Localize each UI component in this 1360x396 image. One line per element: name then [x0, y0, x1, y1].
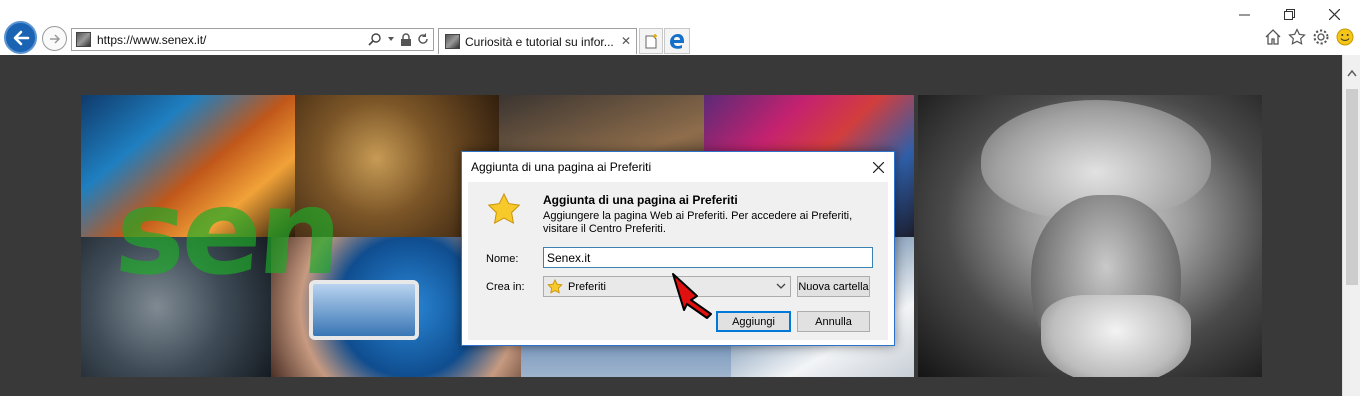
restore-button[interactable] [1277, 4, 1301, 24]
lock-icon[interactable] [400, 32, 412, 46]
dialog-title: Aggiunta di una pagina ai Preferiti [471, 160, 652, 174]
browser-tab-active[interactable]: Curiosità e tutorial su infor... ✕ [438, 28, 637, 54]
new-folder-button[interactable]: Nuova cartella [797, 276, 870, 297]
vertical-scrollbar[interactable] [1342, 55, 1360, 396]
search-icon[interactable] [368, 32, 382, 46]
dialog-close-button[interactable] [868, 157, 888, 177]
add-button[interactable]: Aggiungi [716, 311, 791, 332]
home-icon[interactable] [1264, 28, 1282, 46]
settings-gear-icon[interactable] [1312, 28, 1330, 46]
browser-toolbar: https://www.senex.it/ Curiosità e tutori… [0, 0, 1360, 55]
red-pointer-arrow-icon [672, 273, 712, 319]
dialog-heading: Aggiunta di una pagina ai Preferiti [543, 193, 738, 207]
smiley-icon[interactable] [1336, 28, 1354, 46]
dropdown-arrow-icon[interactable] [387, 35, 395, 43]
scrollbar-thumb[interactable] [1346, 89, 1358, 285]
name-input[interactable] [543, 247, 873, 268]
senex-logo: sen [111, 163, 344, 301]
create-in-label: Crea in: [486, 281, 525, 293]
address-bar[interactable]: https://www.senex.it/ [71, 28, 434, 51]
back-arrow-icon [13, 30, 29, 45]
new-tab-button[interactable] [639, 28, 663, 54]
tab-title: Curiosità e tutorial su infor... [465, 35, 614, 49]
favorites-star-icon [487, 192, 521, 225]
edge-icon [670, 34, 684, 49]
refresh-icon[interactable] [417, 33, 429, 45]
open-in-edge-button[interactable] [664, 28, 690, 54]
name-label: Nome: [486, 253, 519, 265]
window-close-button[interactable] [1322, 4, 1346, 24]
favorites-star-icon[interactable] [1288, 28, 1306, 46]
address-url[interactable]: https://www.senex.it/ [97, 33, 206, 47]
close-icon [1328, 8, 1340, 20]
tab-close-icon[interactable]: ✕ [621, 34, 631, 48]
tab-favicon [445, 34, 460, 49]
minimize-icon [1238, 14, 1250, 15]
create-in-value: Preferiti [568, 281, 606, 293]
banner-beard [1041, 295, 1191, 377]
restore-icon [1283, 8, 1295, 20]
cancel-button[interactable]: Annulla [797, 311, 870, 332]
new-tab-icon [645, 33, 657, 48]
toolbar-icons [1264, 28, 1354, 46]
favorites-folder-star-icon [547, 279, 563, 294]
dialog-description: Aggiungere la pagina Web ai Preferiti. P… [543, 210, 853, 235]
close-icon [872, 161, 884, 173]
chevron-down-icon [776, 283, 786, 289]
minimize-button[interactable] [1232, 4, 1256, 24]
dialog-titlebar[interactable]: Aggiunta di una pagina ai Preferiti [462, 152, 894, 182]
forward-button[interactable] [42, 26, 67, 51]
site-favicon [76, 32, 91, 47]
scroll-up-arrow-icon[interactable] [1347, 69, 1357, 77]
back-button[interactable] [4, 21, 37, 54]
forward-arrow-icon [49, 33, 60, 44]
